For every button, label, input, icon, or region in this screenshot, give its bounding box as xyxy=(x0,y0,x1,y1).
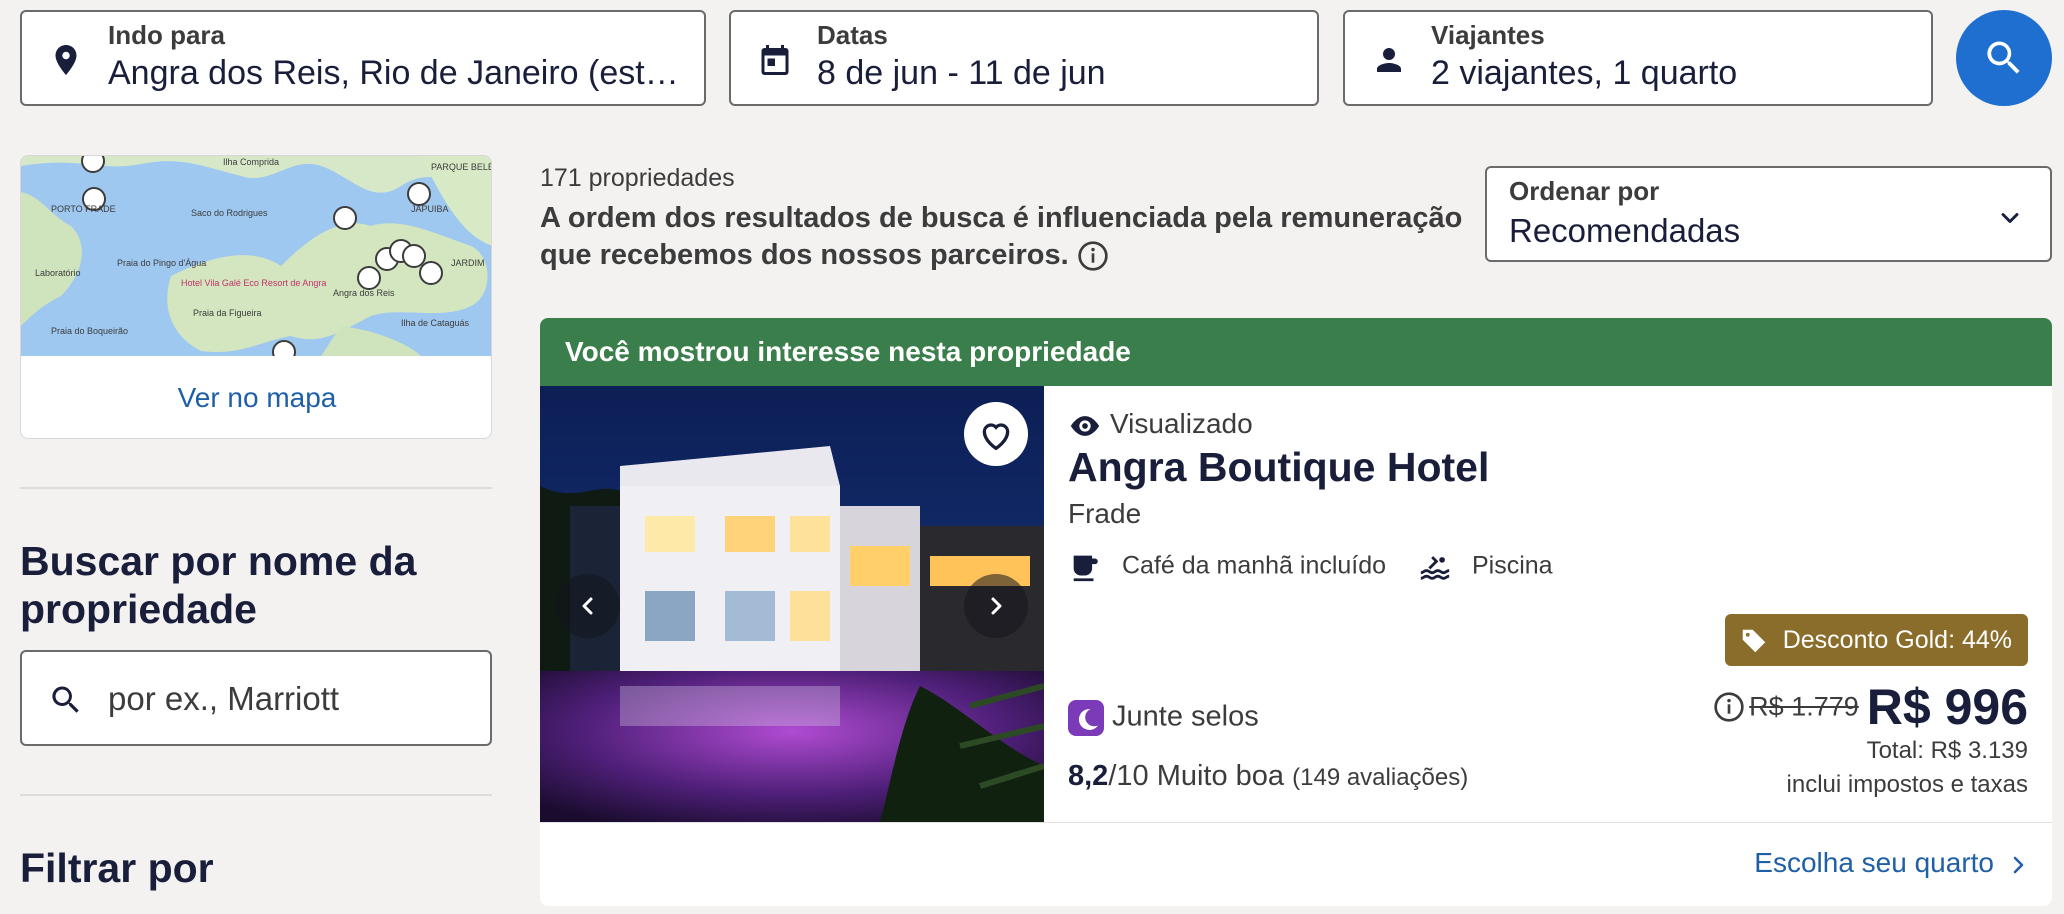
map-label: Praia do Boqueirão xyxy=(51,326,128,336)
map-label: Praia da Figueira xyxy=(193,308,262,318)
review-count: (149 avaliações) xyxy=(1292,764,1469,791)
interest-banner: Você mostrou interesse nesta propriedade xyxy=(540,318,2052,386)
sort-select[interactable]: Ordenar por Recomendadas xyxy=(1485,166,2052,262)
property-name-input[interactable] xyxy=(108,676,468,722)
total-price: Total: R$ 3.139 inclui impostos e taxas xyxy=(1787,734,2028,802)
travelers-label: Viajantes xyxy=(1431,20,1545,50)
map-label: Ilha de Cataguás xyxy=(401,318,470,328)
person-icon xyxy=(1377,48,1401,72)
eye-icon xyxy=(1070,415,1100,436)
stamps-promo: Junte selos xyxy=(1068,700,1259,736)
calendar-icon xyxy=(761,45,789,75)
map-label: Laboratório xyxy=(35,268,81,278)
next-photo-button[interactable] xyxy=(964,574,1028,638)
original-price: R$ 1.779 xyxy=(1749,691,1859,722)
stamps-label: Junte selos xyxy=(1112,700,1259,733)
amenity-label: Piscina xyxy=(1472,551,1553,580)
map-label: PARQUE BELÉM xyxy=(431,162,492,172)
tag-icon xyxy=(1742,629,1765,653)
map-label: Saco do Rodrigues xyxy=(191,208,268,218)
current-price: R$ 996 xyxy=(1866,679,2028,735)
filter-title: Filtrar por xyxy=(20,845,214,891)
chevron-right-icon xyxy=(2013,856,2024,873)
rating-scale: /10 Muito boa xyxy=(1108,760,1285,792)
property-location: Frade xyxy=(1068,498,1142,529)
price-block: R$ 1.779 R$ 996 xyxy=(1713,678,2028,738)
destination-field[interactable]: Indo para Angra dos Reis, Rio de Janeiro… xyxy=(20,10,706,106)
chevron-right-icon xyxy=(991,597,1002,615)
card-footer: Escolha seu quarto xyxy=(540,822,2052,906)
heart-icon xyxy=(982,423,1010,451)
map-label: Praia do Pingo d'Água xyxy=(117,258,206,268)
results-count: 171 propriedades xyxy=(540,164,735,192)
name-search-title: Buscar por nome da propriedade xyxy=(20,538,417,632)
search-icon xyxy=(52,686,79,713)
amenity-pool: Piscina xyxy=(1418,550,1553,584)
discount-label: Desconto Gold: 44% xyxy=(1782,626,2012,654)
favorite-button[interactable] xyxy=(964,402,1028,466)
property-name[interactable]: Angra Boutique Hotel xyxy=(1068,444,1489,491)
map-label: PORTO FRADE xyxy=(51,204,116,214)
viewed-label: Visualizado xyxy=(1110,408,1253,439)
rating-score: 8,2 xyxy=(1068,760,1109,792)
dates-field[interactable]: Datas 8 de jun - 11 de jun xyxy=(729,10,1319,106)
divider xyxy=(20,487,492,489)
sort-value: Recomendadas xyxy=(1509,212,1741,249)
property-card[interactable]: Você mostrou interesse nesta propriedade xyxy=(540,318,2052,906)
choose-room-link[interactable]: Escolha seu quarto xyxy=(1754,847,2030,879)
previous-photo-button[interactable] xyxy=(556,574,620,638)
property-name-field[interactable] xyxy=(20,650,492,746)
search-icon xyxy=(1987,41,2020,74)
divider xyxy=(20,794,492,796)
search-button[interactable] xyxy=(1956,10,2052,106)
map-thumbnail: Ilha Comprida PORTO FRADE Saco do Rodrig… xyxy=(21,156,492,356)
rating: 8,2/10 Muito boa (149 avaliações) xyxy=(1068,760,1468,793)
destination-value: Angra dos Reis, Rio de Janeiro (estad... xyxy=(108,54,688,92)
sort-label: Ordenar por xyxy=(1509,176,1660,206)
map-label: Hotel Vila Galé Eco Resort de Angra xyxy=(181,278,326,288)
discount-badge: Desconto Gold: 44% xyxy=(1724,614,2028,666)
destination-label: Indo para xyxy=(108,20,226,50)
property-photo[interactable] xyxy=(540,386,1044,822)
ranking-disclaimer: A ordem dos resultados de busca é influe… xyxy=(540,200,1470,274)
dates-value: 8 de jun - 11 de jun xyxy=(817,54,1106,92)
map-label: JARDIM xyxy=(451,258,485,268)
moon-icon xyxy=(1068,700,1104,736)
map-label: JAPUIBA xyxy=(411,204,449,214)
disclaimer-text: A ordem dos resultados de busca é influe… xyxy=(540,202,1463,271)
pool-icon xyxy=(1420,556,1450,580)
chevron-down-icon xyxy=(2001,213,2019,223)
map-label: Angra dos Reis xyxy=(333,288,395,298)
info-icon[interactable] xyxy=(1077,240,1109,272)
travelers-value: 2 viajantes, 1 quarto xyxy=(1431,54,1738,92)
chevron-left-icon xyxy=(582,597,593,615)
amenity-label: Café da manhã incluído xyxy=(1122,551,1387,580)
coffee-cup-icon xyxy=(1073,555,1098,582)
property-info: Visualizado Angra Boutique Hotel Frade C… xyxy=(1068,386,2028,822)
view-map-link[interactable]: Ver no mapa xyxy=(21,356,491,438)
total-label: Total: R$ 3.139 xyxy=(1866,737,2028,764)
map-label: Ilha Comprida xyxy=(223,157,279,167)
map-card[interactable]: Ilha Comprida PORTO FRADE Saco do Rodrig… xyxy=(20,155,492,439)
choose-room-label: Escolha seu quarto xyxy=(1754,847,1994,878)
location-pin-icon xyxy=(55,45,77,75)
dates-label: Datas xyxy=(817,20,888,50)
amenity-breakfast: Café da manhã incluído xyxy=(1068,550,1386,584)
taxes-label: inclui impostos e taxas xyxy=(1786,771,2028,798)
travelers-field[interactable]: Viajantes 2 viajantes, 1 quarto xyxy=(1343,10,1933,106)
info-icon[interactable] xyxy=(1713,691,1745,723)
viewed-indicator: Visualizado xyxy=(1068,408,1253,443)
